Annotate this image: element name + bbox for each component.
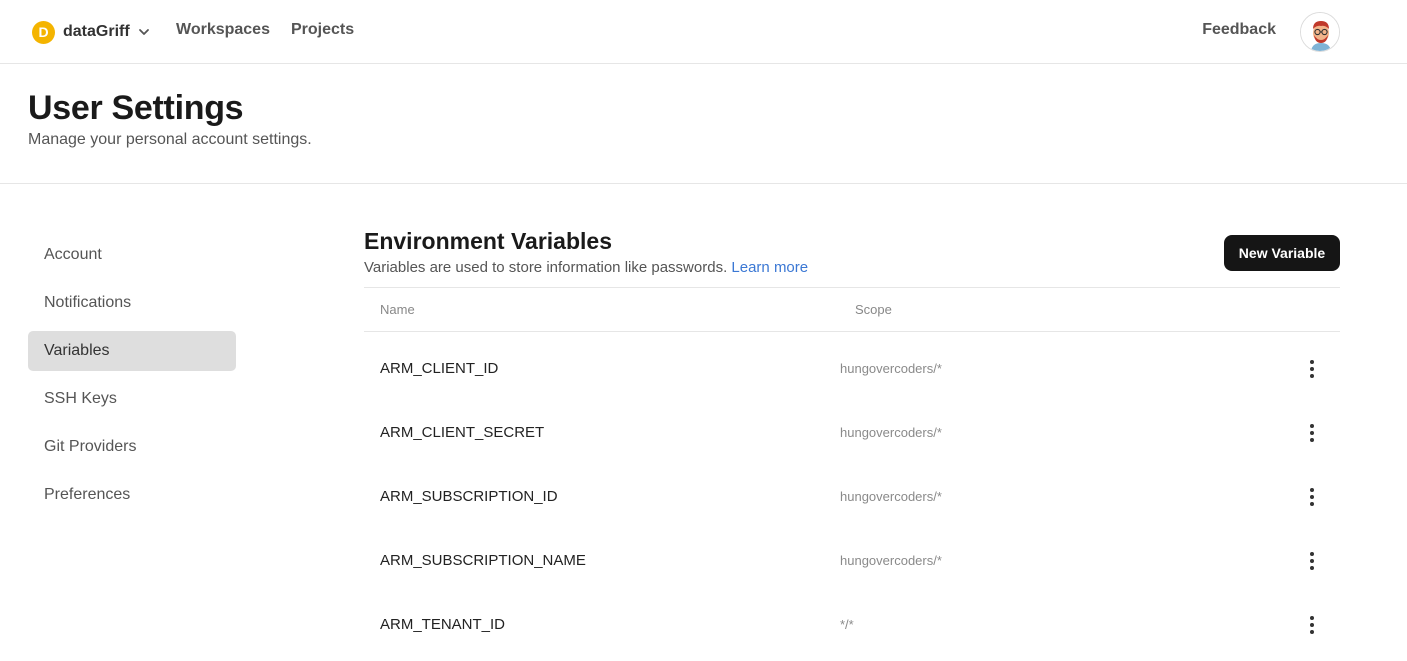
table-header: Name Scope <box>364 287 1340 332</box>
variable-scope: hungovercoders/* <box>840 489 942 504</box>
table-row: ARM_CLIENT_ID hungovercoders/* <box>364 332 1340 396</box>
org-switcher[interactable]: D dataGriff <box>32 19 150 45</box>
user-avatar[interactable] <box>1300 12 1340 52</box>
org-name: dataGriff <box>63 23 130 40</box>
variable-name: ARM_SUBSCRIPTION_ID <box>380 488 558 505</box>
variable-scope: */* <box>840 617 854 632</box>
more-vertical-icon[interactable] <box>1304 615 1320 635</box>
chevron-down-icon <box>138 26 150 38</box>
variable-name: ARM_CLIENT_ID <box>380 360 499 377</box>
sidebar-item-notifications[interactable]: Notifications <box>28 283 236 323</box>
settings-sidebar: Account Notifications Variables SSH Keys… <box>28 235 236 523</box>
variable-name: ARM_SUBSCRIPTION_NAME <box>380 552 586 569</box>
variable-scope: hungovercoders/* <box>840 361 942 376</box>
sidebar-item-git-providers[interactable]: Git Providers <box>28 427 236 467</box>
variable-name: ARM_TENANT_ID <box>380 616 506 633</box>
more-vertical-icon[interactable] <box>1304 487 1320 507</box>
sidebar-item-variables[interactable]: Variables <box>28 331 236 371</box>
page-title: User Settings <box>28 89 244 127</box>
table-row: ARM_CLIENT_SECRET hungovercoders/* <box>364 396 1340 460</box>
new-variable-button[interactable]: New Variable <box>1224 235 1340 271</box>
table-row: ARM_SUBSCRIPTION_NAME hungovercoders/* <box>364 524 1340 588</box>
top-navbar: D dataGriff Workspaces Projects Feedback <box>0 0 1407 64</box>
avatar-icon <box>1301 13 1339 51</box>
variable-name: ARM_CLIENT_SECRET <box>380 424 545 441</box>
learn-more-link[interactable]: Learn more <box>731 259 808 276</box>
variable-scope: hungovercoders/* <box>840 553 942 568</box>
page-header: User Settings Manage your personal accou… <box>0 64 1407 184</box>
column-header-scope: Scope <box>855 302 892 317</box>
section-subtitle: Variables are used to store information … <box>364 259 808 276</box>
section-subtitle-text: Variables are used to store information … <box>364 259 728 276</box>
section-title: Environment Variables <box>364 228 612 254</box>
table-row: ARM_TENANT_ID */* <box>364 588 1340 652</box>
more-vertical-icon[interactable] <box>1304 423 1320 443</box>
page-subtitle: Manage your personal account settings. <box>28 131 312 148</box>
more-vertical-icon[interactable] <box>1304 551 1320 571</box>
table-row: ARM_SUBSCRIPTION_ID hungovercoders/* <box>364 460 1340 524</box>
column-header-name: Name <box>380 302 415 317</box>
variables-table: Name Scope ARM_CLIENT_ID hungovercoders/… <box>364 287 1340 652</box>
sidebar-item-preferences[interactable]: Preferences <box>28 475 236 515</box>
sidebar-item-ssh-keys[interactable]: SSH Keys <box>28 379 236 419</box>
org-badge: D <box>32 20 55 44</box>
sidebar-item-account[interactable]: Account <box>28 235 236 275</box>
nav-workspaces-link[interactable]: Workspaces <box>176 21 270 39</box>
more-vertical-icon[interactable] <box>1304 359 1320 379</box>
variable-scope: hungovercoders/* <box>840 425 942 440</box>
nav-projects-link[interactable]: Projects <box>291 21 354 39</box>
feedback-link[interactable]: Feedback <box>1202 21 1276 39</box>
